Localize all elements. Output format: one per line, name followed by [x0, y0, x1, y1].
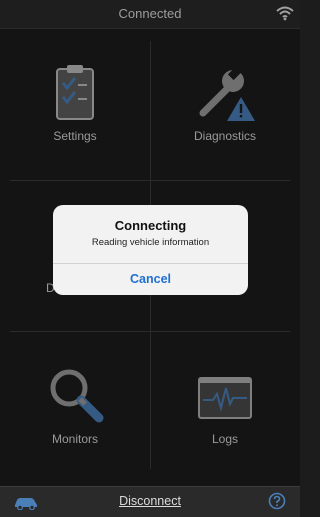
alert-message: Reading vehicle information: [91, 237, 210, 248]
disconnect-link[interactable]: Disconnect: [0, 494, 300, 508]
cancel-button[interactable]: Cancel: [53, 264, 248, 295]
bottom-bar: Disconnect: [0, 486, 300, 517]
help-icon[interactable]: [268, 492, 286, 510]
alert-title: Connecting: [114, 218, 187, 233]
connecting-alert: Connecting Reading vehicle information C…: [53, 205, 248, 295]
